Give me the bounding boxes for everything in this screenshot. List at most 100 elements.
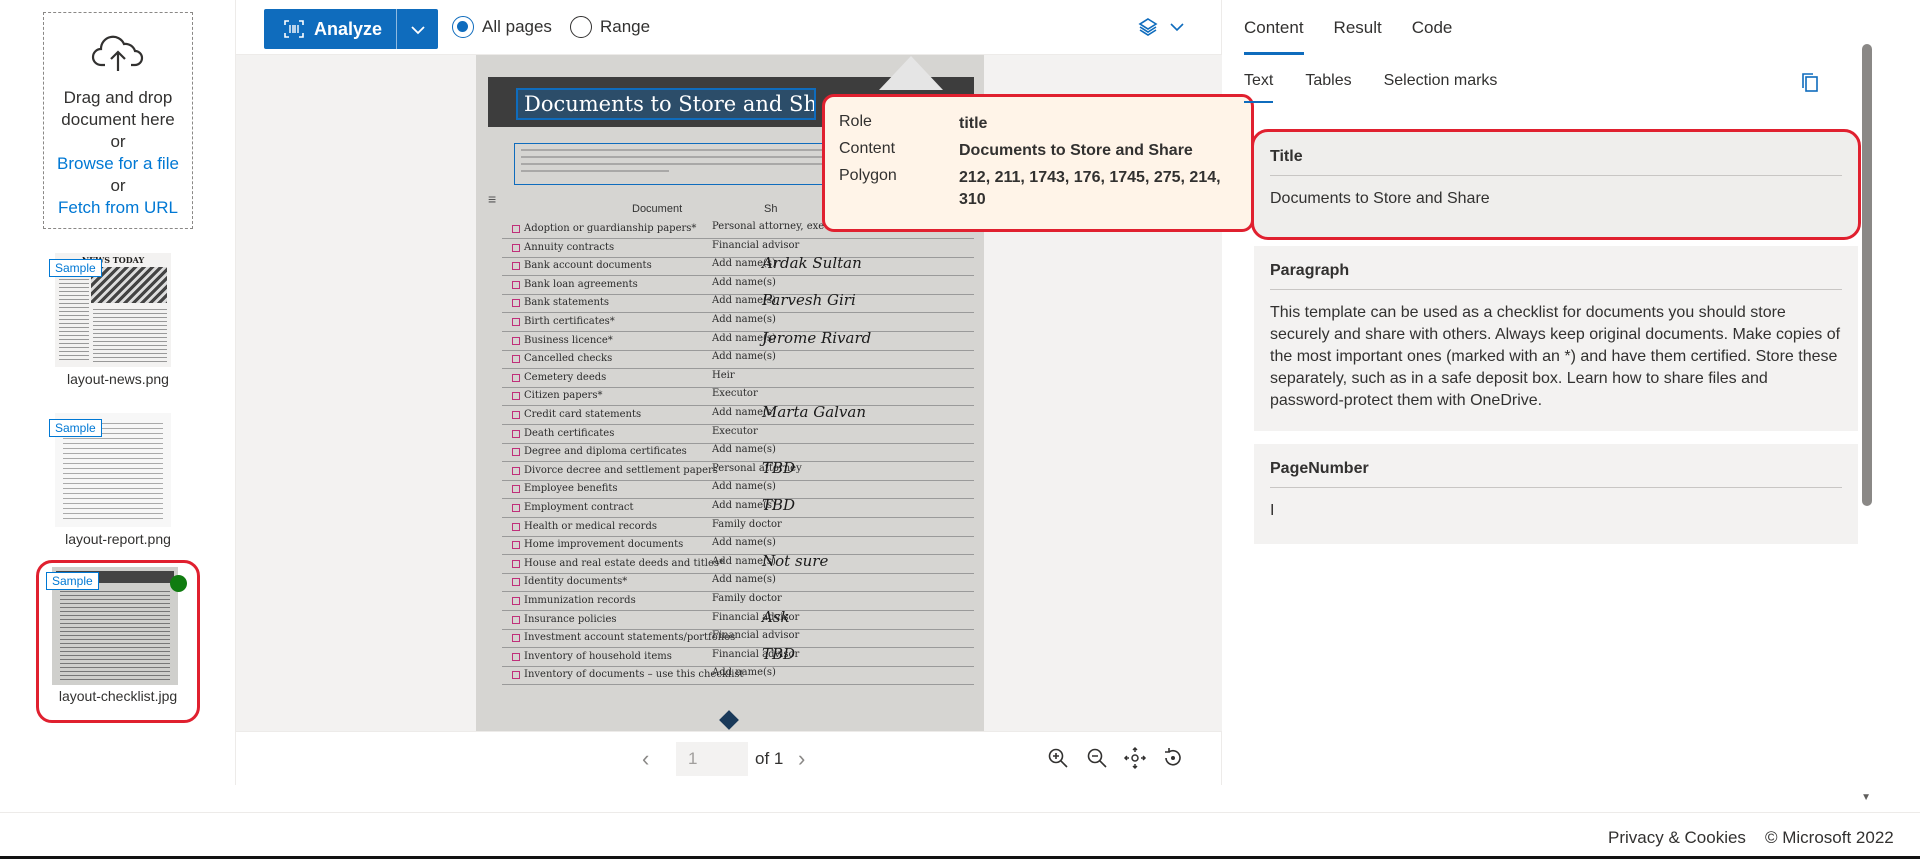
page-marker [719, 710, 739, 730]
row-handwriting: Ardak Sultan [762, 254, 862, 273]
analyze-dropdown[interactable] [397, 19, 438, 40]
document-row[interactable]: Inventory of household items Financial ad… [502, 645, 974, 667]
sample-badge: Sample [46, 572, 99, 590]
row-document: Birth certificates* [524, 316, 615, 327]
row-document: Inventory of documents – use this checkl… [524, 669, 744, 681]
footer: Privacy & Cookies © Microsoft 2022 [0, 812, 1920, 859]
row-document: Investment account statements/portfolios [524, 632, 736, 644]
sample-thumbnail-report[interactable]: Sample layout-report.png [43, 410, 193, 550]
next-page-button[interactable]: › [798, 746, 805, 772]
document-row[interactable]: Bank statements Add name(s) Parvesh Giri [502, 291, 974, 314]
subtab-text[interactable]: Text [1244, 72, 1274, 103]
row-handwriting: Not sure [762, 551, 829, 570]
row-document: Bank loan agreements [524, 278, 638, 290]
page-number-input[interactable]: 1 [676, 742, 748, 776]
checkbox-mark [512, 225, 520, 233]
document-row[interactable]: Employment contract Add name(s) TBD [502, 496, 974, 518]
row-document: Credit card statements [524, 409, 642, 420]
pagenumber-card[interactable]: PageNumber I [1254, 444, 1858, 544]
paragraph-card[interactable]: Paragraph This template can be used as a… [1254, 246, 1858, 431]
document-row[interactable]: House and real estate deeds and titles* A… [502, 552, 974, 574]
document-row[interactable]: Death certificates Executor [502, 426, 974, 444]
document-row[interactable]: Annuity contracts Financial advisor [502, 240, 974, 258]
cloud-upload-icon [91, 35, 144, 71]
dropzone-or-1: or [110, 132, 126, 151]
fetch-url-link[interactable]: Fetch from URL [44, 197, 192, 219]
document-row[interactable]: Birth certificates* Add name(s) [502, 314, 974, 332]
document-row[interactable]: Health or medical records Family doctor [502, 519, 974, 537]
row-share: Family doctor [712, 518, 782, 530]
fit-page-icon[interactable] [1123, 746, 1147, 770]
browse-file-link[interactable]: Browse for a file [44, 153, 192, 175]
document-row[interactable]: Citizen papers* Executor [502, 388, 974, 407]
document-row[interactable]: Insurance policies Financial advisor Ask [502, 608, 974, 630]
document-paragraph-region[interactable] [514, 143, 844, 185]
document-row[interactable]: Cancelled checks Add name(s) [502, 351, 974, 370]
layers-toggle[interactable] [1138, 17, 1184, 42]
row-share: Financial advisor [712, 239, 800, 251]
row-document: Business licence* [524, 334, 613, 346]
document-title-region[interactable]: Documents to Store and Share [516, 88, 816, 120]
row-document: Divorce decree and settlement papers [524, 464, 718, 476]
checkbox-mark [512, 318, 520, 326]
row-handwriting: TBD [762, 644, 796, 663]
title-card[interactable]: Title Documents to Store and Share [1251, 129, 1861, 240]
radio-all-pages-label: All pages [482, 17, 552, 36]
document-row[interactable]: Inventory of documents – use this checkl… [502, 667, 974, 686]
dropzone[interactable]: Drag and drop document here or Browse fo… [43, 12, 193, 229]
tooltip-content-key: Content [839, 140, 896, 157]
news-text-col [59, 267, 89, 361]
dropzone-text-1: Drag and drop [63, 88, 173, 107]
radio-all-pages[interactable]: All pages [452, 16, 552, 38]
document-row[interactable]: Divorce decree and settlement papers Pers… [502, 459, 974, 481]
subtab-selection-marks[interactable]: Selection marks [1384, 72, 1498, 103]
tooltip-role-row: Role title [839, 113, 1229, 135]
tab-code[interactable]: Code [1412, 18, 1453, 55]
row-document: Employment contract [524, 502, 634, 513]
zoom-out-icon[interactable] [1085, 746, 1109, 770]
document-logo-shape [879, 56, 943, 90]
privacy-link[interactable]: Privacy & Cookies [1608, 828, 1746, 848]
row-document: Death certificates [524, 427, 615, 439]
document-row[interactable]: Bank loan agreements Add name(s) [502, 277, 974, 295]
tab-content[interactable]: Content [1244, 18, 1304, 55]
analyze-main[interactable]: Analyze [264, 9, 397, 49]
document-row[interactable]: Identity documents* Add name(s) [502, 574, 974, 593]
document-row[interactable]: Employee benefits Add name(s) [502, 481, 974, 500]
analyze-button[interactable]: Analyze [264, 9, 438, 49]
sample-thumbnail-news[interactable]: NEWS TODAY Sample layout-news.png [43, 250, 193, 390]
scrollbar-thumb[interactable] [1862, 44, 1872, 506]
subtab-tables[interactable]: Tables [1305, 72, 1351, 103]
prev-page-button[interactable]: ‹ [642, 746, 649, 772]
tooltip-polygon-key: Polygon [839, 167, 897, 184]
row-document: Bank account documents [524, 260, 652, 272]
radio-range-label: Range [600, 17, 651, 36]
document-row[interactable]: Credit card statements Add name(s) Marta G… [502, 403, 974, 425]
checkbox-mark [512, 466, 520, 475]
copy-icon[interactable] [1800, 72, 1820, 94]
element-tooltip: Role title Content Documents to Store an… [822, 94, 1254, 232]
scan-icon [284, 20, 304, 38]
radio-range[interactable]: Range [570, 16, 650, 38]
document-row[interactable]: Investment account statements/portfolios… [502, 630, 974, 649]
document-row[interactable]: Cemetery deeds Heir [502, 370, 974, 388]
document-row[interactable]: Degree and diploma certificates Add name(… [502, 444, 974, 463]
scroll-down-arrow[interactable]: ▼ [1861, 792, 1871, 803]
row-document: Citizen papers* [524, 390, 603, 402]
drag-handle-icon: ≡ [488, 191, 497, 207]
tab-result[interactable]: Result [1334, 18, 1382, 55]
zoom-in-icon[interactable] [1046, 746, 1070, 770]
rotate-icon[interactable] [1161, 746, 1185, 770]
checkbox-mark [512, 373, 520, 382]
document-row[interactable]: Business licence* Add name(s) Jerome Rivar… [502, 329, 974, 351]
document-row[interactable]: Immunization records Family doctor [502, 593, 974, 611]
checkbox-mark [512, 504, 520, 512]
checklist-lines [60, 591, 170, 681]
status-dot [170, 575, 187, 592]
sample-thumbnail-checklist[interactable]: Sample layout-checklist.jpg [36, 560, 200, 723]
row-document: House and real estate deeds and titles* [524, 557, 724, 569]
chevron-down-icon [1170, 23, 1184, 32]
document-row[interactable]: Bank account documents Add name(s) Ardak S… [502, 254, 974, 277]
document-row[interactable]: Home improvement documents Add name(s) [502, 537, 974, 556]
copyright: © Microsoft 2022 [1765, 828, 1894, 847]
